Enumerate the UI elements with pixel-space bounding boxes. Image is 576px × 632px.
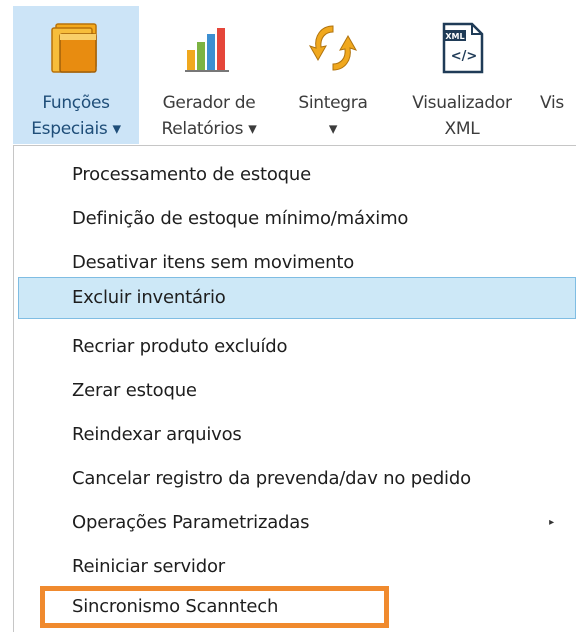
bar-chart-icon xyxy=(185,28,229,72)
menu-item-label: Cancelar registro da prevenda/dav no ped… xyxy=(72,468,471,489)
menu-item-label: Reiniciar servidor xyxy=(72,556,225,577)
folders-icon xyxy=(51,23,97,73)
menu-item-zerar-estoque[interactable]: Zerar estoque xyxy=(18,370,576,412)
sintegra-button[interactable]: Sintegra ▾ xyxy=(288,6,378,144)
menu-item-label: Processamento de estoque xyxy=(72,164,311,185)
menu-item-label: Sincronismo Scanntech xyxy=(72,596,279,617)
truncated-ribbon-button[interactable]: Vis xyxy=(540,6,576,144)
menu-item-reiniciar-servidor[interactable]: Reiniciar servidor xyxy=(18,546,576,588)
menu-item-sincronismo-scanntech[interactable]: Sincronismo Scanntech xyxy=(40,586,389,628)
funcoes-label-line2: Especiais ▾ xyxy=(31,119,121,139)
submenu-arrow-icon: ▸ xyxy=(549,517,554,528)
truncated-label-line1: Vis xyxy=(540,93,564,113)
menu-item-label: Reindexar arquivos xyxy=(72,424,242,445)
menu-item-label: Definição de estoque mínimo/máximo xyxy=(72,208,409,229)
sync-arrows-icon xyxy=(308,25,358,71)
menu-item-label: Desativar itens sem movimento xyxy=(72,252,355,273)
funcoes-label-line1: Funções xyxy=(42,93,110,113)
xml-file-icon: XML </> xyxy=(442,22,484,74)
visualizador-label-line2: XML xyxy=(444,119,480,139)
menu-item-processamento-estoque[interactable]: Processamento de estoque xyxy=(18,154,576,196)
menu-item-label: Recriar produto excluído xyxy=(72,336,288,357)
funcoes-especiais-dropdown: Processamento de estoque Definição de es… xyxy=(13,145,576,632)
menu-item-reindexar-arquivos[interactable]: Reindexar arquivos xyxy=(18,414,576,456)
ribbon-toolbar: Funções Especiais ▾ Gerador de Relatório… xyxy=(0,0,576,148)
visualizador-label-line1: Visualizador xyxy=(412,93,512,113)
sintegra-label-line1: Sintegra xyxy=(298,93,368,113)
menu-item-definicao-estoque[interactable]: Definição de estoque mínimo/máximo xyxy=(18,198,576,240)
xml-badge-text: XML xyxy=(445,32,464,41)
visualizador-xml-button[interactable]: XML </> Visualizador XML xyxy=(398,6,526,144)
xml-tag-text: </> xyxy=(451,49,478,64)
menu-item-operacoes-parametrizadas[interactable]: Operações Parametrizadas ▸ xyxy=(18,502,576,544)
menu-item-cancelar-registro[interactable]: Cancelar registro da prevenda/dav no ped… xyxy=(18,458,576,500)
funcoes-especiais-button[interactable]: Funções Especiais ▾ xyxy=(13,6,139,144)
gerador-relatorios-button[interactable]: Gerador de Relatórios ▾ xyxy=(153,6,265,144)
gerador-label-line2: Relatórios ▾ xyxy=(161,119,257,139)
menu-item-label: Operações Parametrizadas xyxy=(72,512,310,533)
menu-item-label: Excluir inventário xyxy=(72,287,226,308)
menu-item-label: Zerar estoque xyxy=(72,380,197,401)
gerador-label-line1: Gerador de xyxy=(162,93,256,113)
menu-item-excluir-inventario[interactable]: Excluir inventário xyxy=(18,277,576,319)
menu-item-recriar-produto[interactable]: Recriar produto excluído xyxy=(18,326,576,368)
sintegra-label-line2: ▾ xyxy=(328,119,338,139)
